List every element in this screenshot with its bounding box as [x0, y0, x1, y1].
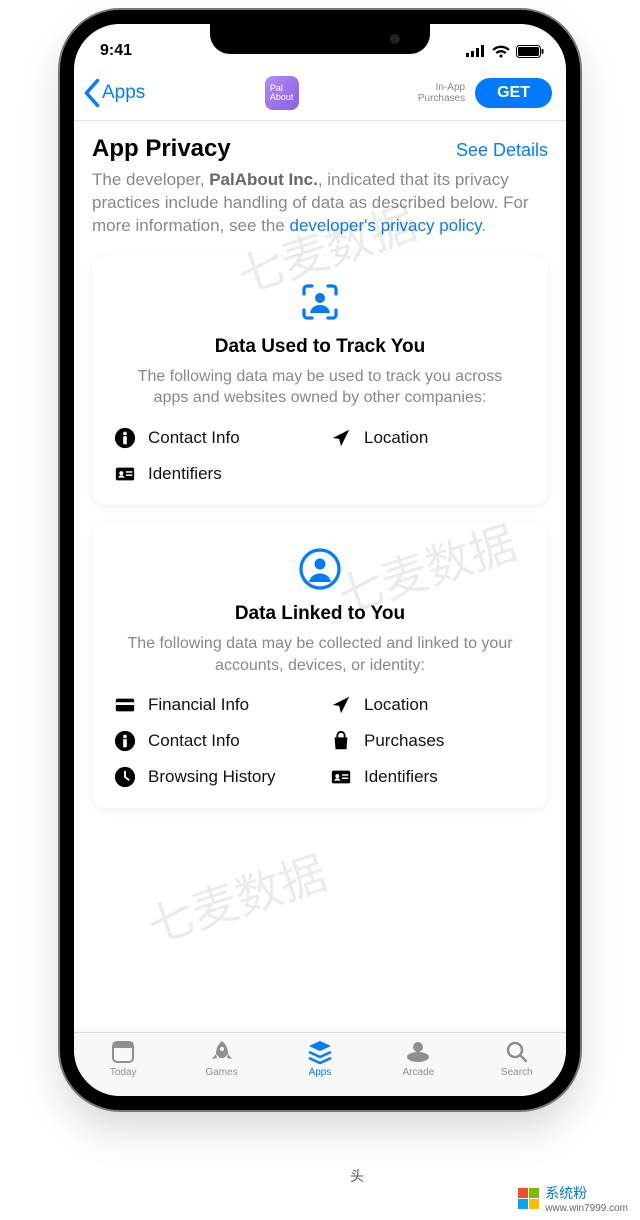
get-button[interactable]: GET — [475, 78, 552, 108]
app-icon[interactable]: Pal About — [265, 76, 299, 110]
data-item-location: Location — [330, 427, 526, 449]
info-icon — [114, 427, 136, 449]
track-card: Data Used to Track You The following dat… — [92, 256, 548, 505]
credit-site: 系统粉 — [545, 1183, 628, 1203]
data-item-contact-info: Contact Info — [114, 427, 310, 449]
credit-url: www.win7999.com — [545, 1203, 628, 1214]
today-icon — [109, 1039, 137, 1065]
location-arrow-icon — [330, 427, 352, 449]
bottom-credit: 系统粉 www.win7999.com — [518, 1183, 628, 1214]
chevron-left-icon — [82, 79, 102, 107]
tab-today[interactable]: Today — [74, 1039, 172, 1078]
location-arrow-icon — [330, 694, 352, 716]
wifi-icon — [492, 45, 510, 58]
shopping-bag-icon — [330, 730, 352, 752]
linked-card: Data Linked to You The following data ma… — [92, 523, 548, 808]
microsoft-logo-icon — [518, 1188, 539, 1209]
status-time: 9:41 — [100, 42, 132, 60]
back-label: Apps — [102, 82, 145, 104]
search-icon — [503, 1039, 531, 1065]
cell-signal-icon — [466, 45, 486, 57]
tab-bar: Today Games Apps Arcade Search — [74, 1032, 566, 1096]
data-item-identifiers: Identifiers — [114, 463, 310, 485]
battery-icon — [516, 45, 544, 58]
privacy-policy-link[interactable]: developer's privacy policy — [289, 216, 481, 235]
clock-icon — [114, 766, 136, 788]
nav-bar: Apps Pal About In-App Purchases GET — [74, 68, 566, 121]
tab-search[interactable]: Search — [468, 1039, 566, 1078]
back-button[interactable]: Apps — [82, 79, 145, 107]
developer-name: PalAbout Inc. — [209, 170, 318, 189]
in-app-purchases-label: In-App Purchases — [418, 82, 465, 104]
track-icon — [298, 280, 342, 324]
data-item-contact-info: Contact Info — [114, 730, 310, 752]
phone-screen: 七麦数据 七麦数据 七麦数据 9:41 Apps Pal About In-A — [74, 24, 566, 1096]
track-subtitle: The following data may be used to track … — [114, 366, 526, 409]
phone-frame: 七麦数据 七麦数据 七麦数据 9:41 Apps Pal About In-A — [60, 10, 580, 1110]
see-details-link[interactable]: See Details — [456, 140, 548, 161]
tab-apps[interactable]: Apps — [271, 1039, 369, 1078]
intro-text: The developer, PalAbout Inc., indicated … — [92, 169, 548, 238]
data-item-financial: Financial Info — [114, 694, 310, 716]
headline-mark: 头 — [350, 1166, 364, 1186]
tab-games[interactable]: Games — [172, 1039, 270, 1078]
data-item-purchases: Purchases — [330, 730, 526, 752]
rocket-icon — [208, 1039, 236, 1065]
id-card-icon — [114, 463, 136, 485]
page-title: App Privacy — [92, 135, 231, 163]
data-item-location: Location — [330, 694, 526, 716]
data-item-browsing: Browsing History — [114, 766, 310, 788]
credit-card-icon — [114, 694, 136, 716]
apps-stack-icon — [306, 1039, 334, 1065]
track-title: Data Used to Track You — [114, 336, 526, 358]
linked-subtitle: The following data may be collected and … — [114, 633, 526, 676]
status-icons — [466, 45, 544, 58]
content-area[interactable]: App Privacy See Details The developer, P… — [74, 121, 566, 1027]
info-icon — [114, 730, 136, 752]
user-circle-icon — [298, 547, 342, 591]
linked-title: Data Linked to You — [114, 603, 526, 625]
app-icon-text: Pal About — [270, 84, 294, 102]
id-card-icon — [330, 766, 352, 788]
tab-arcade[interactable]: Arcade — [369, 1039, 467, 1078]
data-item-identifiers: Identifiers — [330, 766, 526, 788]
arcade-icon — [404, 1039, 432, 1065]
notch — [210, 24, 430, 54]
